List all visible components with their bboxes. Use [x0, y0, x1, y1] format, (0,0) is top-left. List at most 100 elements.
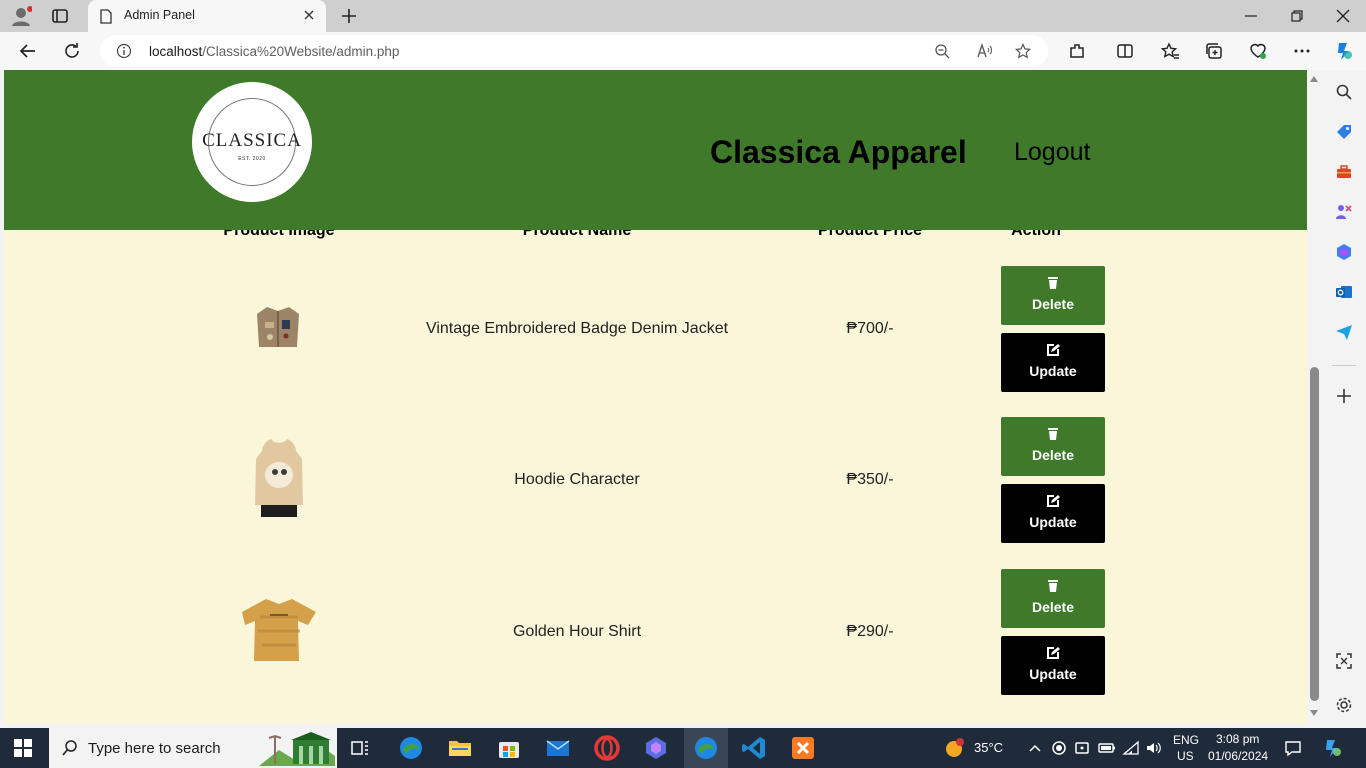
delete-button[interactable]: Delete: [1001, 417, 1105, 476]
update-button[interactable]: Update: [1001, 636, 1105, 695]
profile-icon[interactable]: [10, 5, 32, 27]
clock-time[interactable]: 3:08 pm: [1216, 732, 1259, 746]
delete-label: Delete: [1031, 296, 1075, 312]
games-icon[interactable]: [1335, 203, 1353, 221]
scroll-thumb[interactable]: [1310, 367, 1319, 701]
logout-link[interactable]: Logout: [1014, 138, 1090, 167]
site-info-icon[interactable]: [116, 43, 132, 59]
logo-est: EST. 2020: [238, 156, 266, 162]
screenshot-icon[interactable]: [1335, 652, 1353, 670]
vscode-icon[interactable]: [740, 734, 768, 762]
weather-sun-icon[interactable]: [944, 737, 966, 759]
refresh-icon[interactable]: [62, 41, 82, 61]
microsoft-store-icon[interactable]: [495, 734, 523, 762]
update-button[interactable]: Update: [1001, 333, 1105, 392]
product-name: Golden Hour Shirt: [512, 623, 642, 640]
product-name: Vintage Embroidered Badge Denim Jacket: [425, 320, 729, 337]
scroll-up-arrow-icon[interactable]: [1310, 76, 1318, 82]
xampp-icon[interactable]: [789, 734, 817, 762]
collections-icon[interactable]: [1204, 41, 1224, 61]
browser-title-bar: Admin Panel: [0, 0, 1366, 32]
file-explorer-icon[interactable]: [446, 734, 474, 762]
product-name: Hoodie Character: [514, 471, 640, 488]
copilot-tray-icon[interactable]: [1322, 737, 1344, 759]
settings-gear-icon[interactable]: [1335, 696, 1353, 714]
copilot-app-icon[interactable]: [642, 734, 670, 762]
outlook-icon[interactable]: [1335, 283, 1353, 301]
update-button[interactable]: Update: [1001, 484, 1105, 543]
favorite-star-icon[interactable]: [1015, 43, 1031, 59]
language-code[interactable]: ENG: [1173, 733, 1199, 747]
search-icon[interactable]: [1335, 83, 1353, 101]
close-window-icon[interactable]: [1334, 7, 1352, 25]
opera-icon[interactable]: [593, 734, 621, 762]
read-aloud-icon[interactable]: [976, 43, 992, 59]
logo-brand: CLASSICA: [202, 130, 302, 151]
product-price: ₱700/-: [846, 320, 894, 337]
add-icon[interactable]: [1335, 387, 1353, 405]
restore-icon[interactable]: [1288, 7, 1306, 25]
language-region[interactable]: US: [1177, 749, 1194, 763]
product-image-hoodie: [255, 439, 303, 517]
task-view-icon[interactable]: [346, 734, 374, 762]
tools-icon[interactable]: [1335, 163, 1353, 181]
delete-label: Delete: [1031, 599, 1075, 615]
trash-icon: [1048, 277, 1058, 289]
tab-actions-icon[interactable]: [50, 6, 70, 26]
split-screen-icon[interactable]: [1115, 41, 1135, 61]
delete-button[interactable]: Delete: [1001, 569, 1105, 628]
edit-icon: [1047, 495, 1060, 507]
clock-date[interactable]: 01/06/2024: [1208, 749, 1268, 763]
minimize-icon[interactable]: [1242, 7, 1260, 25]
tab-title: Admin Panel: [124, 8, 195, 22]
chevron-up-icon[interactable]: [1026, 739, 1044, 757]
url-text: localhost/Classica%20Website/admin.php: [149, 44, 400, 59]
volume-icon[interactable]: [1145, 739, 1163, 757]
microsoft-365-icon[interactable]: [1335, 243, 1353, 261]
zoom-out-icon[interactable]: [934, 43, 950, 59]
link-device-icon[interactable]: [1073, 739, 1091, 757]
favorites-icon[interactable]: [1160, 41, 1180, 61]
delete-button[interactable]: Delete: [1001, 266, 1105, 325]
browser-toolbar: localhost/Classica%20Website/admin.php: [0, 32, 1366, 70]
tab-admin-panel[interactable]: Admin Panel: [88, 0, 326, 32]
address-bar[interactable]: localhost/Classica%20Website/admin.php: [100, 35, 1048, 67]
edge-app-icon[interactable]: [397, 734, 425, 762]
wifi-icon[interactable]: [1122, 739, 1140, 757]
page-scrollbar[interactable]: [1307, 70, 1322, 724]
battery-icon[interactable]: [1098, 739, 1116, 757]
product-price: ₱290/-: [846, 623, 894, 640]
more-options-icon[interactable]: [1292, 41, 1312, 61]
search-highlight-illustration-icon: [259, 732, 335, 766]
shopping-tag-icon[interactable]: [1335, 123, 1353, 141]
send-icon[interactable]: [1335, 323, 1353, 341]
update-label: Update: [1029, 363, 1077, 379]
notifications-icon[interactable]: [1284, 739, 1302, 757]
site-header: CLASSICA EST. 2020 Classica Apparel Logo…: [4, 70, 1307, 230]
copilot-icon[interactable]: [1333, 40, 1355, 62]
weather-temperature[interactable]: 35°C: [974, 740, 1003, 755]
trash-icon: [1048, 580, 1058, 592]
mail-icon[interactable]: [544, 734, 572, 762]
windows-start-icon[interactable]: [14, 739, 32, 757]
browser-essentials-icon[interactable]: [1248, 41, 1268, 61]
product-image-shirt: [242, 599, 316, 661]
close-tab-icon[interactable]: [302, 8, 316, 22]
page-icon: [100, 9, 112, 24]
back-icon[interactable]: [18, 41, 38, 61]
edit-icon: [1047, 344, 1060, 356]
new-tab-icon[interactable]: [339, 6, 359, 26]
update-label: Update: [1029, 514, 1077, 530]
site-title: Classica Apparel: [710, 134, 967, 170]
delete-label: Delete: [1031, 447, 1075, 463]
windows-taskbar: Type here to search 35°C ENG US 3:08 pm …: [0, 728, 1366, 768]
scroll-down-arrow-icon[interactable]: [1310, 710, 1318, 716]
extensions-icon[interactable]: [1067, 41, 1087, 61]
record-icon[interactable]: [1050, 739, 1068, 757]
site-logo[interactable]: CLASSICA EST. 2020: [192, 82, 312, 202]
update-label: Update: [1029, 666, 1077, 682]
taskbar-search-box[interactable]: Type here to search: [49, 728, 337, 768]
search-placeholder: Type here to search: [88, 740, 221, 757]
edge-active-app-icon[interactable]: [692, 734, 720, 762]
edge-sidebar: [1322, 70, 1366, 728]
